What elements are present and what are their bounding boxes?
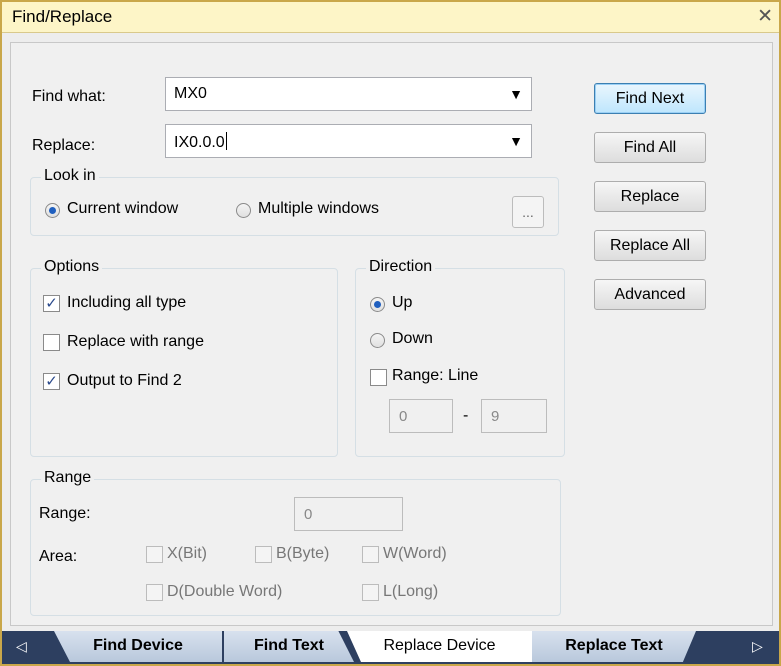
chevron-down-icon[interactable]: ▼ — [509, 86, 523, 102]
direction-group: Direction Up Down Range: Line 0 - 9 — [355, 258, 565, 457]
look-in-title: Look in — [41, 167, 99, 185]
find-next-button[interactable]: Find Next — [594, 83, 706, 114]
options-group: Options ✓ Including all type Replace wit… — [30, 258, 338, 457]
range-line-from-field[interactable]: 0 — [389, 399, 453, 433]
replace-value: IX0.0.0 — [174, 132, 227, 151]
area-x-bit-checkbox[interactable] — [146, 546, 163, 563]
replace-combo[interactable]: IX0.0.0 ▼ — [165, 124, 532, 158]
current-window-radio[interactable] — [45, 203, 60, 218]
direction-down-label[interactable]: Down — [392, 330, 433, 348]
tab-replace-device[interactable]: Replace Device — [347, 631, 532, 662]
direction-down-radio[interactable] — [370, 333, 385, 348]
text-caret — [225, 132, 227, 150]
replace-button[interactable]: Replace — [594, 181, 706, 212]
direction-title: Direction — [366, 258, 436, 276]
area-x-bit-label: X(Bit) — [167, 545, 207, 562]
including-all-type-checkbox[interactable]: ✓ — [43, 295, 60, 312]
look-in-group: Look in Current window Multiple windows … — [30, 167, 559, 236]
output-to-find2-label[interactable]: Output to Find 2 — [67, 372, 182, 390]
replace-with-range-label[interactable]: Replace with range — [67, 333, 204, 351]
multiple-windows-label[interactable]: Multiple windows — [258, 200, 379, 218]
chevron-down-icon[interactable]: ▼ — [509, 133, 523, 149]
direction-up-radio[interactable] — [370, 297, 385, 312]
tab-replace-text[interactable]: Replace Text — [532, 631, 696, 662]
find-replace-dialog: Find/Replace ✕ Find what: MX0 ▼ Replace:… — [0, 0, 781, 666]
area-w-word-checkbox[interactable] — [362, 546, 379, 563]
tab-scroll-left-icon[interactable]: ◁ — [16, 638, 27, 655]
current-window-label[interactable]: Current window — [67, 200, 178, 218]
including-all-type-label[interactable]: Including all type — [67, 294, 186, 312]
range-value-field[interactable]: 0 — [294, 497, 403, 531]
range-line-to-field[interactable]: 9 — [481, 399, 547, 433]
replace-label: Replace: — [32, 137, 96, 154]
tab-find-device[interactable]: Find Device — [54, 631, 222, 662]
range-line-label[interactable]: Range: Line — [392, 367, 478, 385]
range-title: Range — [41, 469, 95, 487]
options-title: Options — [41, 258, 103, 276]
browse-windows-button[interactable]: ... — [512, 196, 544, 228]
area-d-double-word-checkbox[interactable] — [146, 584, 163, 601]
find-what-combo[interactable]: MX0 ▼ — [165, 77, 532, 111]
range-line-dash: - — [463, 407, 469, 424]
close-icon[interactable]: ✕ — [757, 5, 773, 28]
multiple-windows-radio[interactable] — [236, 203, 251, 218]
range-group: Range Range: 0 Area: X(Bit) B(Byte) W(Wo… — [30, 469, 561, 616]
area-w-word-label: W(Word) — [383, 545, 447, 562]
tab-scroll-right-icon[interactable]: ▷ — [752, 638, 763, 655]
area-l-long-label: L(Long) — [383, 583, 439, 600]
find-what-value: MX0 — [174, 85, 207, 102]
find-what-label: Find what: — [32, 88, 106, 105]
replace-all-button[interactable]: Replace All — [594, 230, 706, 261]
advanced-button[interactable]: Advanced — [594, 279, 706, 310]
direction-up-label[interactable]: Up — [392, 294, 412, 312]
tab-find-text[interactable]: Find Text — [224, 631, 354, 662]
tab-bar: ◁ Find Device Find Text Replace Device R… — [2, 631, 779, 664]
area-d-double-word-label: D(Double Word) — [167, 583, 283, 600]
dialog-title: Find/Replace — [12, 7, 113, 26]
range-value-label: Range: — [39, 505, 91, 522]
area-l-long-checkbox[interactable] — [362, 584, 379, 601]
range-line-checkbox[interactable] — [370, 369, 387, 386]
replace-with-range-checkbox[interactable] — [43, 334, 60, 351]
find-all-button[interactable]: Find All — [594, 132, 706, 163]
title-bar[interactable]: Find/Replace ✕ — [2, 2, 779, 33]
output-to-find2-checkbox[interactable]: ✓ — [43, 373, 60, 390]
area-b-byte-checkbox[interactable] — [255, 546, 272, 563]
dialog-body: Find what: MX0 ▼ Replace: IX0.0.0 ▼ Look… — [10, 42, 773, 626]
area-b-byte-label: B(Byte) — [276, 545, 330, 562]
area-label: Area: — [39, 548, 78, 565]
